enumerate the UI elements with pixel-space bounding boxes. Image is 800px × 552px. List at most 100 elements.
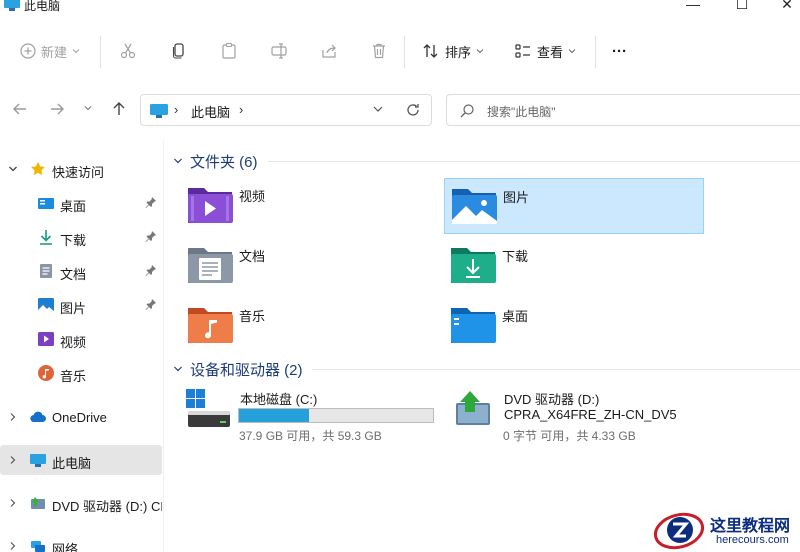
nav-pictures[interactable]: 图片	[0, 290, 162, 320]
share-icon	[322, 44, 336, 58]
nav-label: 音乐	[60, 369, 87, 384]
sort-button[interactable]: 排序	[422, 40, 484, 62]
folder-videos[interactable]: 视频	[181, 178, 441, 234]
drive-usage-bar	[238, 408, 434, 423]
expand-chevron-icon[interactable]	[7, 411, 19, 423]
folder-desktop[interactable]: 桌面	[444, 298, 704, 354]
address-bar[interactable]: › 此电脑 ›	[140, 94, 432, 126]
video-icon	[38, 332, 54, 346]
address-history-chevron-icon[interactable]	[371, 102, 385, 116]
document-icon	[40, 264, 52, 278]
nav-this-pc[interactable]: 此电脑	[0, 445, 162, 475]
search-box[interactable]: 搜索"此电脑"	[446, 94, 800, 126]
nav-music[interactable]: 音乐	[0, 358, 162, 388]
breadcrumb-separator[interactable]: ›	[174, 102, 178, 117]
this-pc-icon	[150, 104, 168, 118]
folder-documents[interactable]: 文档	[181, 238, 441, 294]
folder-pictures[interactable]: 图片	[444, 178, 704, 234]
pin-icon[interactable]	[145, 196, 157, 208]
drive-free-space: 37.9 GB 可用，共 59.3 GB	[239, 429, 382, 443]
up-arrow-icon[interactable]	[110, 100, 128, 118]
window-title: 此电脑	[24, 0, 61, 13]
paste-button[interactable]	[220, 40, 238, 62]
nav-label: 下载	[60, 233, 87, 248]
group-divider	[312, 369, 800, 370]
collapse-chevron-icon[interactable]	[172, 363, 184, 375]
nav-label: 图片	[60, 301, 87, 316]
navigation-pane: 快速访问 桌面 下载 文档 图片 视频 音乐 OneDrive 此电脑 DVD …	[0, 146, 163, 552]
delete-button[interactable]	[370, 40, 388, 62]
expand-chevron-icon[interactable]	[7, 497, 19, 509]
view-button[interactable]: 查看	[514, 40, 576, 62]
chevron-down-icon	[476, 49, 484, 54]
pin-icon[interactable]	[145, 230, 157, 242]
address-row: › 此电脑 › 搜索"此电脑"	[0, 88, 800, 132]
forward-arrow-icon[interactable]	[48, 100, 66, 118]
dvd-drive-icon	[456, 391, 490, 425]
nav-desktop[interactable]: 桌面	[0, 188, 162, 218]
drive-name: 本地磁盘 (C:)	[240, 392, 318, 407]
nav-label: 文档	[60, 267, 87, 282]
expand-chevron-icon[interactable]	[7, 454, 19, 466]
folders-group-header[interactable]: 文件夹 (6)	[172, 150, 258, 172]
drive-volume-label: CPRA_X64FRE_ZH-CN_DV5	[504, 407, 677, 422]
drive-d[interactable]: DVD 驱动器 (D:) CPRA_X64FRE_ZH-CN_DV5 0 字节 …	[454, 389, 694, 449]
folder-downloads[interactable]: 下载	[444, 238, 704, 294]
close-button[interactable]: ✕	[772, 0, 800, 14]
toolbar-divider	[100, 36, 101, 68]
folder-name: 图片	[503, 190, 530, 205]
desktop-icon	[38, 198, 54, 209]
watermark-logo-icon	[653, 512, 705, 550]
star-icon	[31, 162, 45, 176]
folder-name: 文档	[239, 249, 266, 264]
rename-icon	[271, 43, 287, 59]
drive-c[interactable]: 本地磁盘 (C:) 37.9 GB 可用，共 59.3 GB	[186, 389, 438, 449]
group-title: 设备和驱动器 (2)	[190, 361, 303, 379]
view-label: 查看	[537, 44, 564, 60]
video-folder-icon	[188, 188, 233, 223]
collapse-chevron-icon[interactable]	[172, 155, 184, 167]
drives-group-header[interactable]: 设备和驱动器 (2)	[172, 358, 303, 380]
recent-chevron-icon[interactable]	[83, 103, 93, 113]
music-icon	[38, 365, 54, 381]
nav-label: 快速访问	[52, 165, 105, 180]
clipboard-icon	[222, 42, 236, 59]
new-button[interactable]: 新建	[20, 40, 80, 62]
command-bar: 新建 排序 查看 ···	[0, 26, 800, 78]
download-arrow-icon	[40, 230, 52, 245]
pane-divider[interactable]	[163, 140, 164, 552]
share-button[interactable]	[320, 40, 338, 62]
nav-videos[interactable]: 视频	[0, 324, 162, 354]
pin-icon[interactable]	[145, 298, 157, 310]
folder-music[interactable]: 音乐	[181, 298, 441, 354]
expand-chevron-icon[interactable]	[7, 540, 19, 552]
refresh-icon[interactable]	[405, 102, 421, 118]
breadcrumb-separator[interactable]: ›	[239, 102, 243, 117]
pin-icon[interactable]	[145, 264, 157, 276]
toolbar-divider	[404, 36, 405, 68]
watermark-title: 这里教程网	[710, 516, 791, 535]
copy-button[interactable]	[170, 40, 188, 62]
folder-name: 音乐	[239, 309, 266, 324]
search-placeholder: 搜索"此电脑"	[487, 105, 556, 119]
back-arrow-icon[interactable]	[11, 100, 29, 118]
nav-documents[interactable]: 文档	[0, 256, 162, 286]
cut-button[interactable]	[119, 40, 137, 62]
drive-free-space: 0 字节 可用，共 4.33 GB	[503, 429, 636, 443]
expand-chevron-icon[interactable]	[7, 163, 19, 175]
nav-downloads[interactable]: 下载	[0, 222, 162, 252]
nav-label: DVD 驱动器 (D:) CPRA_X64FRE_ZH-CN_DV5	[52, 499, 162, 514]
nav-onedrive[interactable]: OneDrive	[0, 402, 162, 432]
minimize-button[interactable]: —	[678, 0, 708, 14]
copy-icon	[172, 43, 184, 59]
breadcrumb-this-pc[interactable]: 此电脑	[191, 102, 230, 121]
nav-label: 视频	[60, 335, 87, 350]
more-options-button[interactable]: ···	[612, 40, 627, 62]
rename-button[interactable]	[270, 40, 288, 62]
nav-dvd-drive[interactable]: DVD 驱动器 (D:) CPRA_X64FRE_ZH-CN_DV5	[0, 488, 162, 518]
nav-network[interactable]: 网络	[0, 531, 162, 552]
maximize-button[interactable]: ☐	[727, 0, 757, 14]
group-title: 文件夹 (6)	[190, 153, 258, 171]
nav-quick-access[interactable]: 快速访问	[0, 154, 162, 184]
picture-icon	[38, 298, 54, 312]
